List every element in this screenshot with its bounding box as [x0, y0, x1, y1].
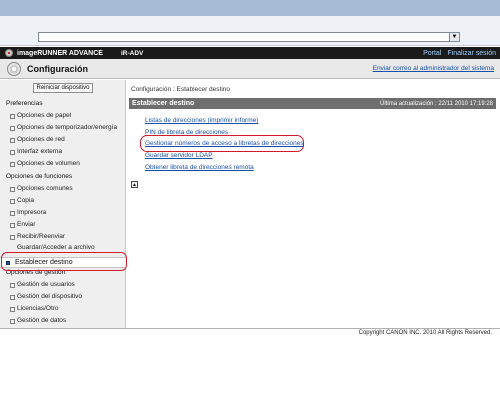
sidebar: Reiniciar dispositivo Preferencias Opcio…	[0, 80, 126, 328]
mail-admin-link[interactable]: Enviar correo al administrador del siste…	[373, 65, 494, 72]
chevron-down-icon[interactable]: ▼	[449, 33, 459, 41]
remote-address-book-link[interactable]: Obtener libreta de direcciones remota	[145, 164, 254, 171]
address-lists-print-link[interactable]: Listas de direcciones (imprimir informe)	[145, 117, 258, 124]
highlight-annotation	[1, 252, 127, 271]
device-name: iR-ADV	[120, 49, 144, 57]
sidebar-item-store-access-files[interactable]: Guardar/Acceder a archivo	[17, 244, 127, 250]
breadcrumb: Configuración : Establecer destino	[131, 86, 231, 93]
page-header: Configuración Enviar correo al administr…	[0, 59, 500, 79]
product-name: imageRUNNER ADVANCE	[17, 49, 103, 57]
copyright-text: Copyright CANON INC. 2010 All Rights Res…	[358, 330, 492, 336]
portal-link[interactable]: Portal	[423, 50, 441, 57]
sidebar-item-paper[interactable]: Opciones de papel	[9, 112, 71, 119]
brand-bar: imageRUNNER ADVANCE iR-ADV Portal Finali…	[0, 47, 500, 59]
sidebar-header-preferences: Preferencias	[6, 100, 43, 107]
section-title: Establecer destino	[132, 100, 195, 107]
page-title: Configuración	[27, 63, 88, 74]
settings-icon	[7, 61, 21, 76]
sidebar-item-user-management[interactable]: Gestión de usuarios	[10, 281, 75, 288]
save-ldap-server-link[interactable]: Guardar servidor LDAP	[145, 152, 213, 159]
sidebar-item-volume[interactable]: Opciones de volumen	[10, 160, 80, 167]
sidebar-item-copy[interactable]: Copia	[10, 197, 34, 204]
browser-title-bar	[0, 0, 500, 16]
sidebar-header-functions: Opciones de funciones	[6, 173, 73, 180]
sidebar-item-send[interactable]: Enviar	[9, 221, 35, 228]
sidebar-item-timer-energy[interactable]: Opciones de temporizador/energía	[9, 124, 117, 131]
sidebar-item-common[interactable]: Opciones comunes	[10, 185, 73, 192]
main-content: Configuración : Establecer destino Estab…	[128, 80, 500, 328]
sidebar-item-device-management[interactable]: Gestión del dispositivo	[9, 293, 82, 300]
sidebar-item-printer[interactable]: Impresora	[9, 209, 46, 216]
brand-bar-links: Portal Finalizar sesión	[423, 50, 496, 57]
browser-toolbar: ▼	[0, 16, 500, 46]
footer-divider	[0, 328, 500, 329]
sidebar-item-external-interface[interactable]: Interfaz externa	[9, 148, 62, 155]
sidebar-item-data-management[interactable]: Gestión de datos	[9, 317, 66, 324]
restart-device-button[interactable]: Reiniciar dispositivo	[33, 83, 93, 93]
logout-link[interactable]: Finalizar sesión	[447, 50, 496, 57]
section-header: Establecer destino Última actualización …	[129, 98, 496, 109]
sidebar-item-receive-forward[interactable]: Recibir/Reenviar	[9, 233, 65, 240]
last-update-timestamp: Última actualización : 22/11 2010 17:19:…	[380, 100, 493, 107]
address-combo-box[interactable]: ▼	[38, 32, 460, 42]
sidebar-item-network[interactable]: Opciones de red	[10, 136, 65, 143]
highlight-annotation	[140, 135, 304, 152]
canon-logo-icon	[5, 49, 13, 57]
sidebar-item-licenses-other[interactable]: Licencias/Otro	[10, 305, 59, 312]
back-to-top-icon[interactable]: ▲	[131, 181, 138, 188]
